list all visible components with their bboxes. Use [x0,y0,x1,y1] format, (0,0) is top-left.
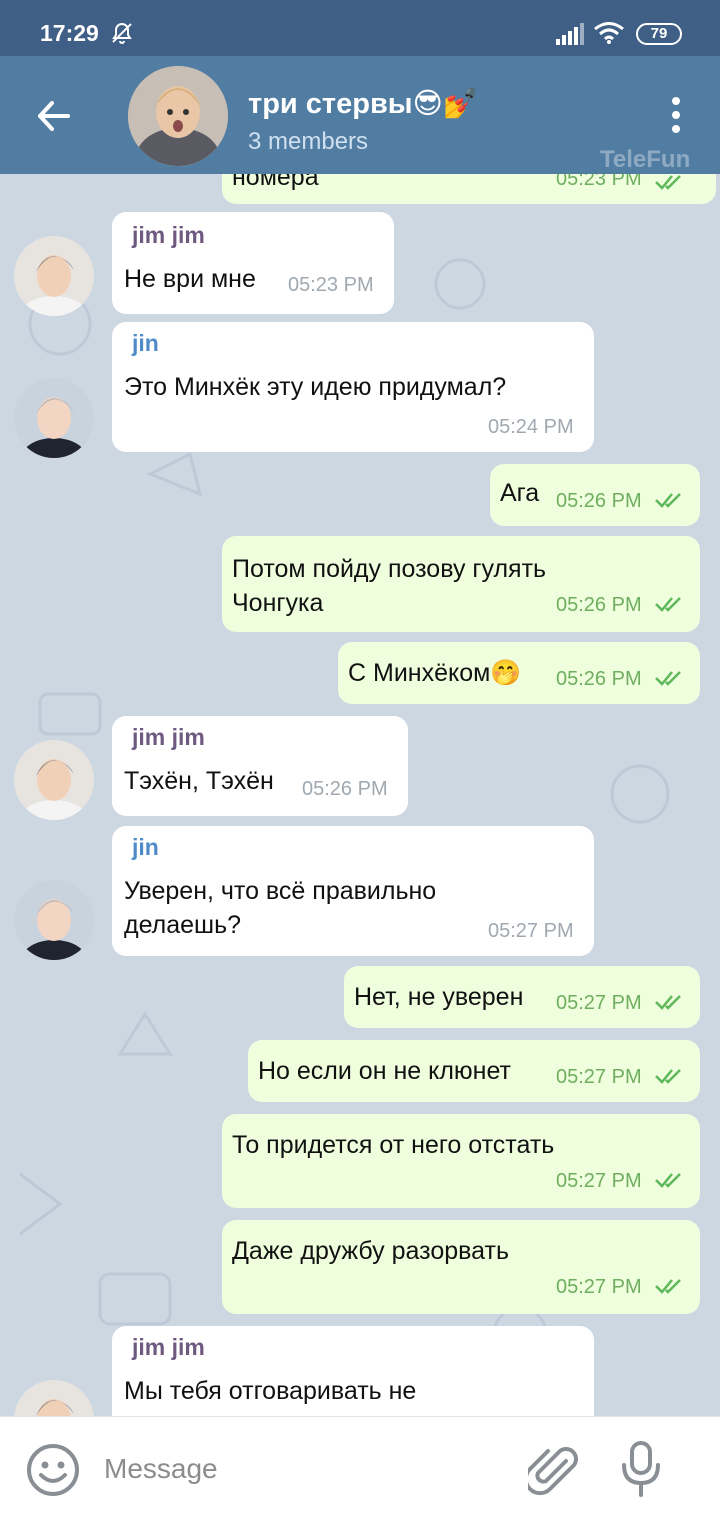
message-text: То придется от него отстать [232,1131,555,1159]
message-time: 05:26 PM [556,668,642,690]
message-bubble-outgoing[interactable]: То придется от него отстать 05:27 PM [222,1114,700,1208]
message-bubble-incoming[interactable]: jim jim Не ври мне 05:23 PM [112,212,394,314]
avatar-jin[interactable] [14,880,94,960]
message-bubble-incoming[interactable]: jin Уверен, что всё правильно делаешь? 0… [112,826,594,956]
paperclip-icon[interactable] [528,1443,580,1497]
avatar-jim[interactable] [14,740,94,820]
message-bubble-incoming[interactable]: jim jim Тэхён, Тэхён 05:26 PM [112,716,408,816]
message-time: 05:27 PM [556,1066,642,1088]
message-text: Мы тебя отговаривать не [124,1377,417,1405]
message-time: 05:24 PM [488,416,574,438]
message-time: 05:23 PM [288,274,374,296]
message-bubble-incoming[interactable]: jim jim Мы тебя отговаривать не [112,1326,594,1416]
message-composer: Message [0,1416,720,1520]
message-time: 05:27 PM [556,1170,642,1192]
message-time: 05:27 PM [556,992,642,1014]
message-text: Потом пойду позову гулять Чонгука [232,555,547,617]
double-check-icon [655,1279,681,1294]
sender-name[interactable]: jim jim [132,1334,205,1361]
members-count[interactable]: 3 members [248,128,368,156]
message-text: Даже дружбу разорвать [232,1237,509,1265]
double-check-icon [655,597,681,612]
wifi-icon [594,22,624,44]
message-bubble-outgoing[interactable]: Ага 05:26 PM [490,464,700,526]
message-text: Нет, не уверен [354,983,524,1011]
message-time: 05:26 PM [302,778,388,800]
sender-name[interactable]: jin [132,330,159,357]
message-text: номера [232,174,319,191]
sender-name[interactable]: jin [132,834,159,861]
chat-header: три стервы😎💅 3 members TeleFun [0,56,720,174]
message-time: 05:27 PM [556,1276,642,1298]
battery-icon: 79 [636,23,682,45]
message-bubble-outgoing[interactable]: Даже дружбу разорвать 05:27 PM [222,1220,700,1314]
sender-name[interactable]: jim jim [132,724,205,751]
message-text: Уверен, что всё правильно делаешь? [124,877,437,939]
double-check-icon [655,1173,681,1188]
message-text: Ага [500,479,540,507]
message-bubble-outgoing[interactable]: номера 05:23 PM [222,174,716,204]
message-bubble-outgoing[interactable]: Нет, не уверен 05:27 PM [344,966,700,1028]
double-check-icon [655,671,681,686]
status-bar: 17:29 79 [0,0,720,56]
message-time: 05:26 PM [556,594,642,616]
mute-bell-icon [112,22,132,44]
message-text: Но если он не клюнет [258,1057,512,1085]
status-time: 17:29 [40,20,99,46]
message-time: 05:26 PM [556,490,642,512]
double-check-icon [655,995,681,1010]
double-check-icon [655,1069,681,1084]
message-time: 05:27 PM [488,920,574,942]
sender-name[interactable]: jim jim [132,222,205,249]
double-check-icon [655,493,681,508]
watermark: TeleFun [600,146,691,173]
message-bubble-outgoing[interactable]: Потом пойду позову гулять Чонгука 05:26 … [222,536,700,632]
chat-title[interactable]: три стервы😎💅 [248,86,479,121]
message-text: Это Минхёк эту идею придумал? [124,373,507,401]
avatar-jim[interactable] [14,236,94,316]
message-bubble-outgoing[interactable]: С Минхёком🤭 05:26 PM [338,642,700,704]
message-text: Не ври мне [124,265,256,293]
group-avatar[interactable] [128,66,228,166]
message-list[interactable]: номера 05:23 PM jim jim Не ври мне 05:23… [0,174,720,1416]
message-input[interactable]: Message [104,1453,218,1485]
more-options-icon[interactable] [662,94,690,136]
message-text: Тэхён, Тэхён [124,767,274,795]
double-check-icon [655,175,681,190]
message-time: 05:23 PM [556,174,642,190]
battery-level: 79 [650,25,668,42]
microphone-icon[interactable] [616,1441,666,1499]
signal-icon [556,23,584,45]
emoji-icon[interactable] [26,1443,80,1497]
message-bubble-outgoing[interactable]: Но если он не клюнет 05:27 PM [248,1040,700,1102]
avatar-jin[interactable] [14,378,94,458]
message-text: С Минхёком🤭 [348,659,522,687]
back-arrow-icon[interactable] [34,96,74,136]
message-bubble-incoming[interactable]: jin Это Минхёк эту идею придумал? 05:24 … [112,322,594,452]
